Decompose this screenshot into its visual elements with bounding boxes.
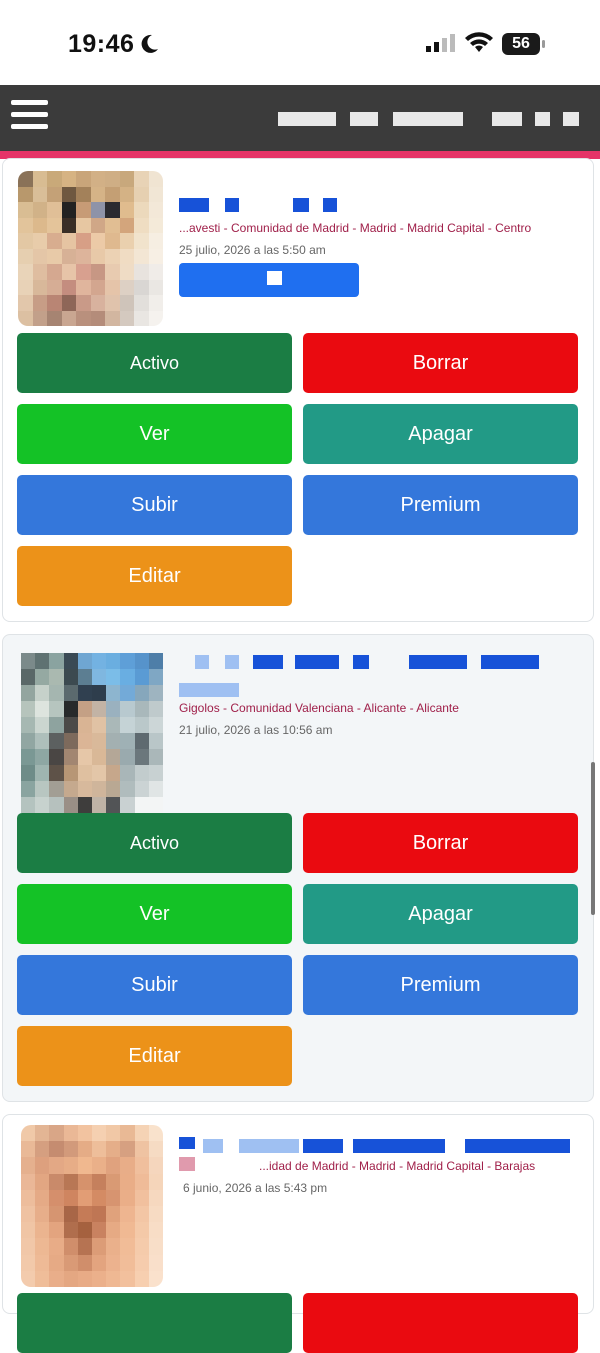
listing-title-redacted[interactable] bbox=[239, 1139, 299, 1153]
listing-title-redacted[interactable] bbox=[203, 1139, 223, 1153]
listing-title-redacted[interactable] bbox=[409, 655, 467, 669]
nav-link-redacted[interactable] bbox=[393, 112, 463, 126]
battery-icon: 56 bbox=[502, 33, 546, 55]
listing-card: ...avesti - Comunidad de Madrid - Madrid… bbox=[2, 158, 594, 622]
listing-title-redacted[interactable] bbox=[295, 655, 339, 669]
listing-title-redacted[interactable] bbox=[195, 655, 209, 669]
activo-button[interactable]: Activo bbox=[17, 333, 292, 393]
borrar-button[interactable]: Borrar bbox=[303, 813, 578, 873]
moon-icon bbox=[141, 34, 158, 53]
listing-title-redacted[interactable] bbox=[179, 683, 239, 697]
listing-title-redacted[interactable] bbox=[253, 655, 283, 669]
apagar-button[interactable]: Apagar bbox=[303, 884, 578, 944]
listing-redacted-badge bbox=[179, 263, 359, 297]
listing-title-redacted[interactable] bbox=[225, 655, 239, 669]
cellular-signal-icon bbox=[426, 34, 455, 52]
premium-button[interactable]: Premium bbox=[303, 475, 578, 535]
listing-title-redacted[interactable] bbox=[179, 198, 209, 212]
listing-category[interactable]: Gigolos - Comunidad Valenciana - Alicant… bbox=[179, 701, 459, 715]
nav-link-redacted[interactable] bbox=[563, 112, 579, 126]
listing-card: Gigolos - Comunidad Valenciana - Alicant… bbox=[2, 634, 594, 1102]
nav-link-redacted[interactable] bbox=[535, 112, 550, 126]
listing-title-redacted[interactable] bbox=[179, 1137, 195, 1149]
status-time: 19:46 bbox=[68, 30, 135, 58]
wifi-icon bbox=[465, 32, 493, 52]
activo-button[interactable] bbox=[17, 1293, 292, 1353]
listing-title-redacted[interactable] bbox=[225, 198, 239, 212]
listing-card: ...idad de Madrid - Madrid - Madrid Capi… bbox=[2, 1114, 594, 1353]
status-bar: 19:46 56 bbox=[0, 0, 600, 85]
listing-title-redacted[interactable] bbox=[465, 1139, 570, 1153]
listing-date: 21 julio, 2026 a las 10:56 am bbox=[179, 723, 333, 737]
scrollbar[interactable] bbox=[591, 762, 595, 915]
borrar-button[interactable] bbox=[303, 1293, 578, 1353]
listing-thumbnail[interactable] bbox=[21, 653, 163, 813]
nav-link-redacted[interactable] bbox=[350, 112, 378, 126]
listing-date: 6 junio, 2026 a las 5:43 pm bbox=[183, 1181, 328, 1195]
editar-button[interactable]: Editar bbox=[17, 546, 292, 606]
listing-date: 25 julio, 2026 a las 5:50 am bbox=[179, 243, 326, 257]
listing-category[interactable]: ...idad de Madrid - Madrid - Madrid Capi… bbox=[259, 1159, 535, 1173]
listing-thumbnail[interactable] bbox=[21, 1125, 163, 1287]
listing-title-redacted[interactable] bbox=[481, 655, 539, 669]
listing-title-redacted[interactable] bbox=[303, 1139, 343, 1153]
battery-level: 56 bbox=[502, 33, 540, 55]
subir-button[interactable]: Subir bbox=[17, 955, 292, 1015]
subir-button[interactable]: Subir bbox=[17, 475, 292, 535]
ver-button[interactable]: Ver bbox=[17, 404, 292, 464]
activo-button[interactable]: Activo bbox=[17, 813, 292, 873]
pixelated-photo bbox=[21, 653, 163, 813]
listing-title-redacted[interactable] bbox=[323, 198, 337, 212]
nav-link-redacted[interactable] bbox=[492, 112, 522, 126]
pixelated-photo bbox=[18, 171, 163, 326]
ver-button[interactable]: Ver bbox=[17, 884, 292, 944]
apagar-button[interactable]: Apagar bbox=[303, 404, 578, 464]
listing-title-redacted[interactable] bbox=[353, 655, 369, 669]
listing-title-redacted[interactable] bbox=[353, 1139, 445, 1153]
premium-button[interactable]: Premium bbox=[303, 955, 578, 1015]
listing-title-redacted[interactable] bbox=[179, 1157, 195, 1171]
listing-category[interactable]: ...avesti - Comunidad de Madrid - Madrid… bbox=[179, 221, 531, 235]
borrar-button[interactable]: Borrar bbox=[303, 333, 578, 393]
pixelated-photo bbox=[21, 1125, 163, 1287]
listing-thumbnail[interactable] bbox=[18, 171, 163, 326]
nav-link-redacted[interactable] bbox=[278, 112, 336, 126]
hamburger-menu-icon[interactable] bbox=[11, 100, 48, 132]
listing-title-redacted[interactable] bbox=[293, 198, 309, 212]
editar-button[interactable]: Editar bbox=[17, 1026, 292, 1086]
